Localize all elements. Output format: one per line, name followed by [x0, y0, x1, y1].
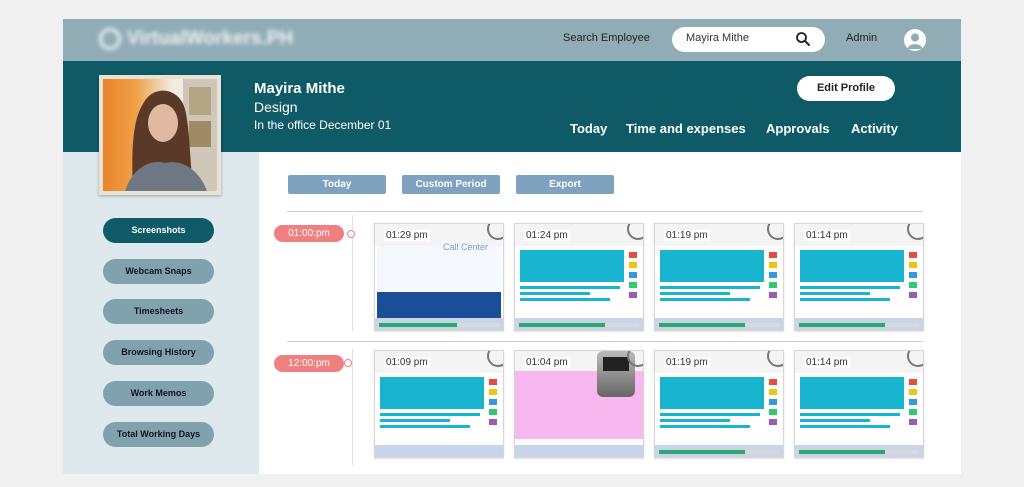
search-employee-label: Search Employee — [563, 32, 650, 44]
screenshot-time: 01:19 pm — [664, 230, 710, 241]
sidebar-item-total-working-days[interactable]: Total Working Days — [103, 422, 214, 447]
admin-menu[interactable]: Admin — [846, 32, 877, 44]
activity-progress-bar — [799, 450, 919, 454]
user-avatar-icon[interactable] — [904, 29, 926, 51]
screenshot-thumbnail[interactable]: 01:14 pm — [794, 350, 924, 458]
screenshot-time: 01:29 pm — [384, 230, 430, 241]
screenshot-form-lines — [380, 413, 480, 428]
timeline-dot — [347, 230, 355, 238]
screenshot-form-lines — [800, 413, 900, 428]
employee-photo — [99, 75, 221, 195]
nav-time-and-expenses[interactable]: Time and expenses — [626, 121, 746, 136]
screenshot-content — [520, 250, 624, 282]
screenshot-content — [660, 250, 764, 282]
screenshot-time: 01:04 pm — [524, 357, 570, 368]
screenshot-time: 01:09 pm — [384, 357, 430, 368]
search-box — [672, 27, 825, 52]
edit-profile-button[interactable]: Edit Profile — [797, 76, 895, 101]
time-group-label: 01:00:pm — [274, 225, 344, 242]
screenshot-thumbnail[interactable]: Call Center 01:29 pm — [374, 223, 504, 331]
employee-name: Mayira Mithe — [254, 80, 345, 97]
company-logo[interactable]: VirtualWorkers.PH — [99, 28, 293, 50]
top-bar: VirtualWorkers.PH Search Employee Admin — [63, 19, 961, 61]
screenshot-time: 01:24 pm — [524, 230, 570, 241]
time-group-label: 12:00:pm — [274, 355, 344, 372]
activity-progress-bar — [379, 323, 499, 327]
export-button[interactable]: Export — [516, 175, 614, 194]
sidebar-item-work-memos[interactable]: Work Memos — [103, 381, 214, 406]
screenshot-thumbnail[interactable]: 01:04 pm — [514, 350, 644, 458]
screenshot-sidebar-icons — [769, 252, 777, 298]
screenshot-sidebar-icons — [909, 379, 917, 425]
screenshot-sidebar-icons — [489, 379, 497, 425]
screenshot-content — [800, 250, 904, 282]
activity-progress-bar — [519, 323, 639, 327]
sidebar-item-timesheets[interactable]: Timesheets — [103, 299, 214, 324]
app-window: VirtualWorkers.PH Search Employee Admin — [63, 19, 961, 474]
screenshot-thumbnail[interactable]: 01:09 pm — [374, 350, 504, 458]
filter-today-button[interactable]: Today — [288, 175, 386, 194]
screenshot-time: 01:14 pm — [804, 230, 850, 241]
logo-icon — [99, 28, 121, 50]
nav-approvals[interactable]: Approvals — [766, 121, 830, 136]
nav-today[interactable]: Today — [570, 121, 607, 136]
screenshot-form-lines — [800, 286, 900, 301]
screenshot-content — [800, 377, 904, 409]
divider — [287, 211, 923, 212]
screenshot-thumbnail[interactable]: 01:24 pm — [514, 223, 644, 331]
search-icon[interactable] — [795, 31, 811, 47]
screenshot-sidebar-icons — [909, 252, 917, 298]
screenshot-form-lines — [660, 413, 760, 428]
screenshot-content — [660, 377, 764, 409]
search-input[interactable] — [686, 32, 796, 44]
screenshot-taskbar — [515, 445, 643, 457]
screenshot-thumbnail[interactable]: 01:19 pm — [654, 223, 784, 331]
activity-progress-bar — [659, 450, 779, 454]
screenshot-app-title: Call Center — [443, 242, 489, 252]
divider — [287, 341, 923, 342]
screenshot-content — [380, 377, 484, 409]
timeline-dot — [344, 359, 352, 367]
employee-department: Design — [254, 99, 298, 115]
logo-text: VirtualWorkers.PH — [127, 28, 294, 49]
sidebar-item-webcam-snaps[interactable]: Webcam Snaps — [103, 259, 214, 284]
screenshot-sidebar-icons — [769, 379, 777, 425]
screenshot-form-lines — [660, 286, 760, 301]
screenshot-taskbar — [375, 445, 503, 457]
screenshot-thumbnail[interactable]: 01:14 pm — [794, 223, 924, 331]
sidebar-item-screenshots[interactable]: Screenshots — [103, 218, 214, 243]
timeline-line — [352, 349, 353, 465]
activity-progress-bar — [659, 323, 779, 327]
screenshot-time: 01:19 pm — [664, 357, 710, 368]
employee-status: In the office December 01 — [254, 118, 392, 132]
screenshot-thumbnail[interactable]: 01:19 pm — [654, 350, 784, 458]
activity-progress-bar — [799, 323, 919, 327]
filter-custom-period-button[interactable]: Custom Period — [402, 175, 500, 194]
screenshot-time: 01:14 pm — [804, 357, 850, 368]
screenshot-sidebar-icons — [629, 252, 637, 298]
sidebar-item-browsing-history[interactable]: Browsing History — [103, 340, 214, 365]
screenshot-form-lines — [520, 286, 620, 301]
nav-activity[interactable]: Activity — [851, 121, 898, 136]
